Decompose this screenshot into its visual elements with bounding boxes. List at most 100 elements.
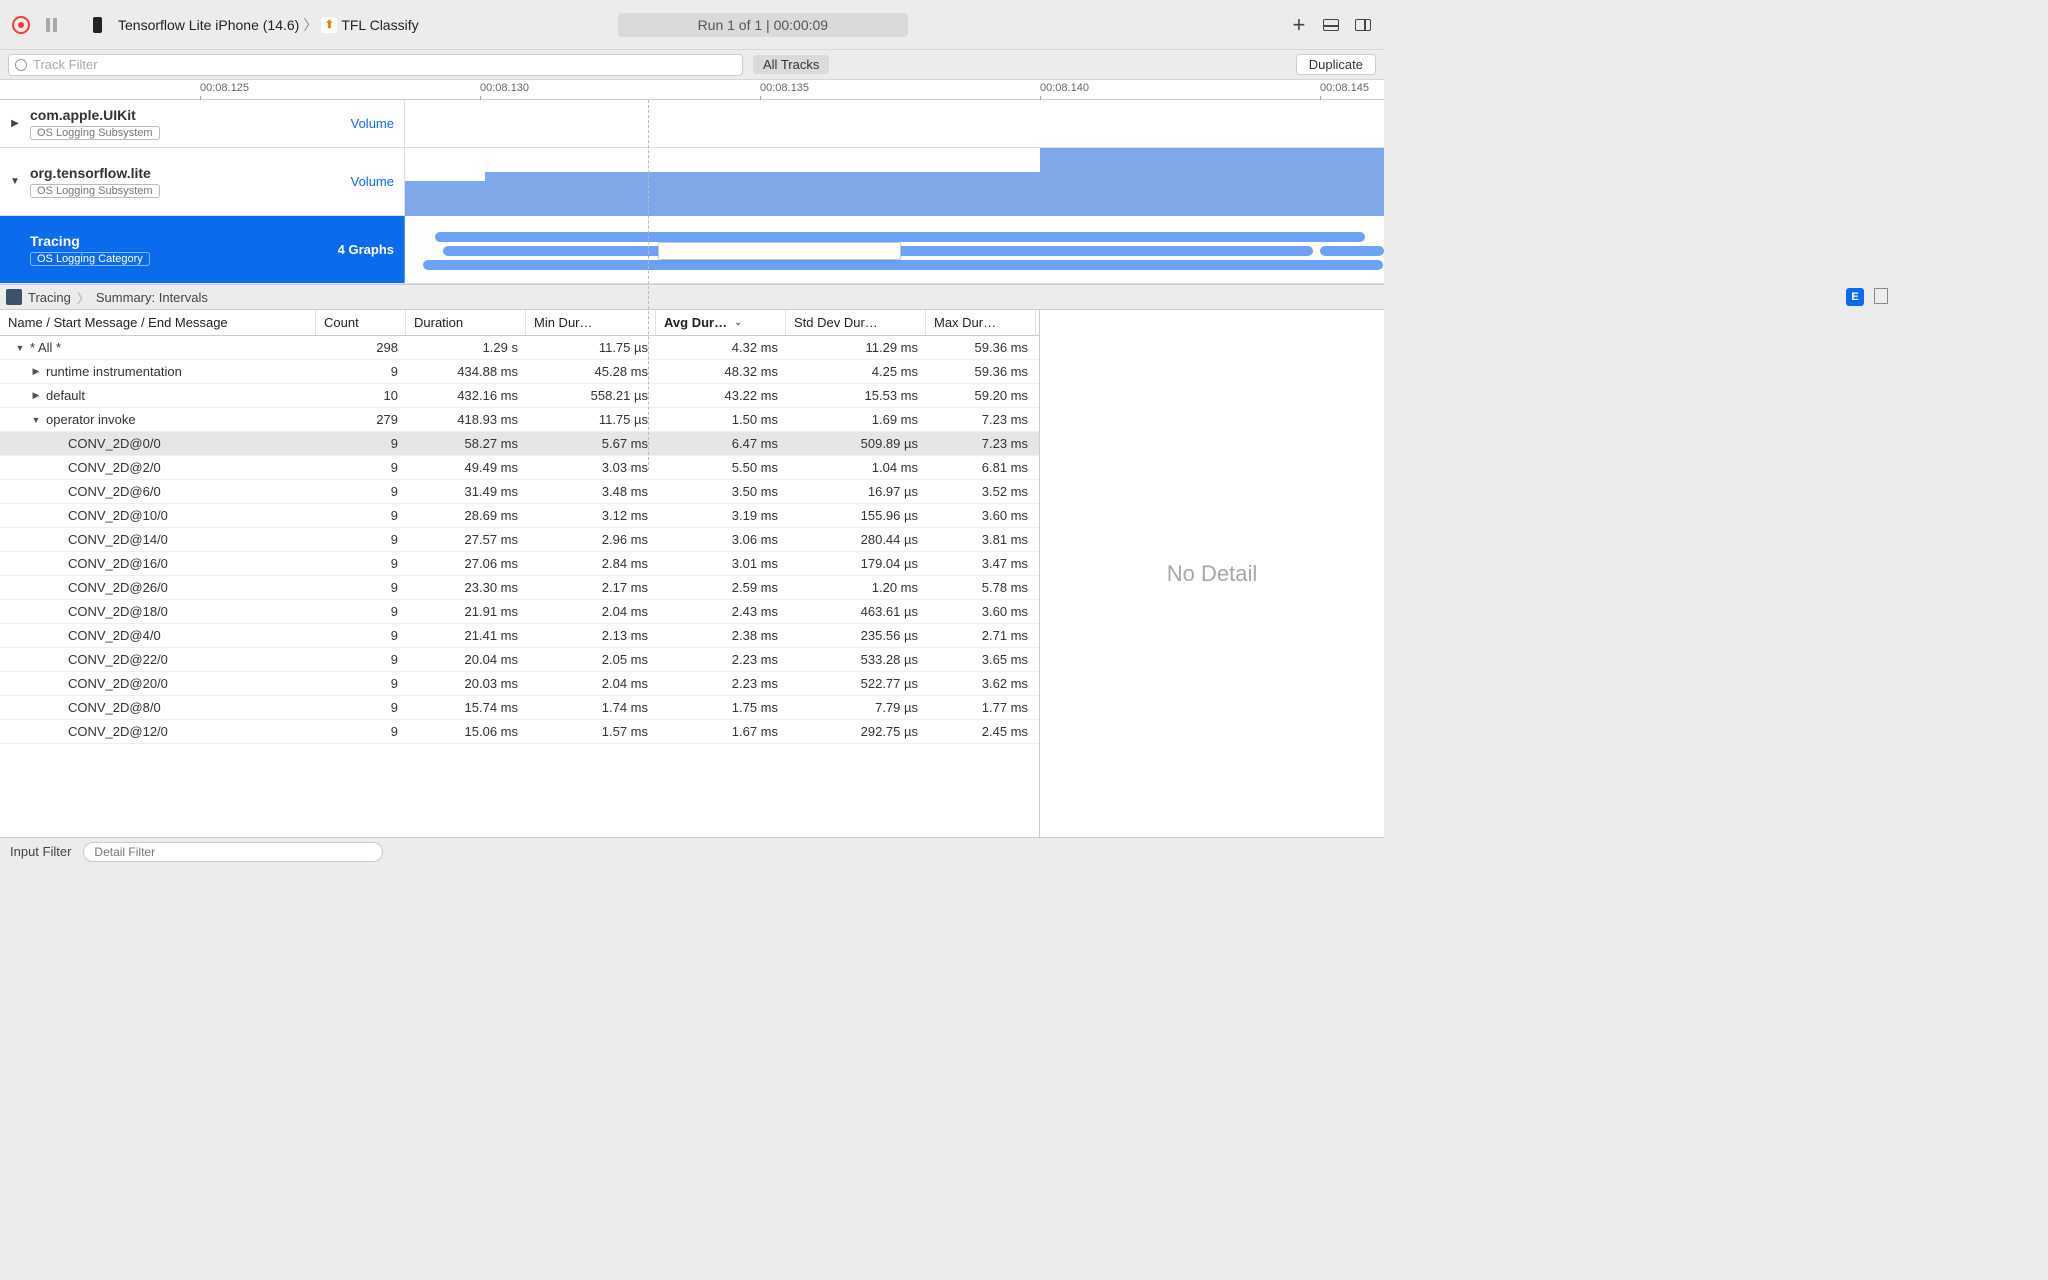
pause-button[interactable] xyxy=(46,18,57,32)
cell-name: ▶runtime instrumentation xyxy=(0,364,316,379)
input-filter-label[interactable]: Input Filter xyxy=(10,844,71,859)
cell-name: CONV_2D@4/0 xyxy=(0,628,316,643)
table-row[interactable]: CONV_2D@6/0931.49 ms3.48 ms3.50 ms16.97 … xyxy=(0,480,1039,504)
track-metric[interactable]: Volume xyxy=(351,116,394,131)
page-icon[interactable] xyxy=(1874,288,1888,304)
cell-max: 2.45 ms xyxy=(926,724,1036,739)
col-count[interactable]: Count xyxy=(316,310,406,335)
graph-interval[interactable] xyxy=(423,260,1383,270)
col-min[interactable]: Min Dur… xyxy=(526,310,656,335)
table-row[interactable]: ▼operator invoke279418.93 ms11.75 µs1.50… xyxy=(0,408,1039,432)
volume-bar xyxy=(1040,148,1384,216)
detail-pane: No Detail xyxy=(1040,310,1384,837)
cell-avg: 5.50 ms xyxy=(656,460,786,475)
table-row[interactable]: CONV_2D@20/0920.03 ms2.04 ms2.23 ms522.7… xyxy=(0,672,1039,696)
col-duration[interactable]: Duration xyxy=(406,310,526,335)
track-metric[interactable]: 4 Graphs xyxy=(338,242,394,257)
table-row[interactable]: ▼* All *2981.29 s11.75 µs4.32 ms11.29 ms… xyxy=(0,336,1039,360)
graph-interval[interactable] xyxy=(435,232,1365,242)
cell-max: 3.65 ms xyxy=(926,652,1036,667)
track-tracing[interactable]: Tracing OS Logging Category 4 Graphs ope… xyxy=(0,216,1384,284)
cell-count: 9 xyxy=(316,364,406,379)
run-status-pill[interactable]: Run 1 of 1 | 00:00:09 xyxy=(618,13,909,37)
cell-min: 11.75 µs xyxy=(526,340,656,355)
table-row[interactable]: CONV_2D@4/0921.41 ms2.13 ms2.38 ms235.56… xyxy=(0,624,1039,648)
disclosure-right-icon[interactable]: ▶ xyxy=(0,118,30,129)
cell-max: 3.60 ms xyxy=(926,604,1036,619)
table-row[interactable]: CONV_2D@10/0928.69 ms3.12 ms3.19 ms155.9… xyxy=(0,504,1039,528)
cell-min: 2.96 ms xyxy=(526,532,656,547)
cell-std: 16.97 µs xyxy=(786,484,926,499)
chevron-right-icon: 〉 xyxy=(303,15,317,35)
target-breadcrumb[interactable]: Tensorflow Lite iPhone (14.6) 〉 ⬆ TFL Cl… xyxy=(118,15,419,35)
table-row[interactable]: CONV_2D@0/0958.27 ms5.67 ms6.47 ms509.89… xyxy=(0,432,1039,456)
cell-min: 2.05 ms xyxy=(526,652,656,667)
layout-stack-button[interactable] xyxy=(1322,16,1340,34)
cell-max: 3.47 ms xyxy=(926,556,1036,571)
ruler-tick: 00:08.145 xyxy=(1320,82,1369,94)
cell-count: 9 xyxy=(316,508,406,523)
table-row[interactable]: CONV_2D@16/0927.06 ms2.84 ms3.01 ms179.0… xyxy=(0,552,1039,576)
table-row[interactable]: CONV_2D@18/0921.91 ms2.04 ms2.43 ms463.6… xyxy=(0,600,1039,624)
track-tag: OS Logging Subsystem xyxy=(30,184,160,198)
all-tracks-pill[interactable]: All Tracks xyxy=(753,55,829,74)
track-metric[interactable]: Volume xyxy=(351,174,394,189)
cell-duration: 58.27 ms xyxy=(406,436,526,451)
track-name: Tracing xyxy=(30,233,338,249)
col-avg[interactable]: Avg Dur… ⌄ xyxy=(656,310,786,335)
cell-std: 1.69 ms xyxy=(786,412,926,427)
cell-avg: 43.22 ms xyxy=(656,388,786,403)
col-name[interactable]: Name / Start Message / End Message xyxy=(0,310,316,335)
cell-duration: 15.06 ms xyxy=(406,724,526,739)
detail-filter-input[interactable] xyxy=(83,842,383,862)
track-filter-input[interactable]: Track Filter xyxy=(8,54,743,76)
cell-duration: 23.30 ms xyxy=(406,580,526,595)
disclosure-icon[interactable]: ▼ xyxy=(30,415,42,425)
table-row[interactable]: CONV_2D@14/0927.57 ms2.96 ms3.06 ms280.4… xyxy=(0,528,1039,552)
tracks-area[interactable]: ▶ com.apple.UIKit OS Logging Subsystem V… xyxy=(0,100,1384,284)
table-body[interactable]: ▼* All *2981.29 s11.75 µs4.32 ms11.29 ms… xyxy=(0,336,1039,837)
table-row[interactable]: CONV_2D@8/0915.74 ms1.74 ms1.75 ms7.79 µ… xyxy=(0,696,1039,720)
track-tflite[interactable]: ▼ org.tensorflow.lite OS Logging Subsyst… xyxy=(0,148,1384,216)
cell-std: 280.44 µs xyxy=(786,532,926,547)
col-std[interactable]: Std Dev Dur… xyxy=(786,310,926,335)
cell-avg: 2.43 ms xyxy=(656,604,786,619)
duplicate-button[interactable]: Duplicate xyxy=(1296,54,1376,75)
cell-avg: 2.38 ms xyxy=(656,628,786,643)
time-ruler[interactable]: 00:08.125 00:08.130 00:08.135 00:08.140 … xyxy=(0,80,1384,100)
instrument-icon xyxy=(6,289,22,305)
disclosure-down-icon[interactable]: ▼ xyxy=(0,176,30,187)
disclosure-icon[interactable]: ▼ xyxy=(14,343,26,353)
table-row[interactable]: CONV_2D@12/0915.06 ms1.57 ms1.67 ms292.7… xyxy=(0,720,1039,744)
add-button[interactable] xyxy=(1290,16,1308,34)
disclosure-icon[interactable]: ▶ xyxy=(30,390,42,401)
table-row[interactable]: ▶default10432.16 ms558.21 µs43.22 ms15.5… xyxy=(0,384,1039,408)
path-summary[interactable]: Summary: Intervals xyxy=(96,290,208,305)
cell-name: CONV_2D@20/0 xyxy=(0,676,316,691)
cell-min: 3.03 ms xyxy=(526,460,656,475)
layout-sidebar-button[interactable] xyxy=(1354,16,1372,34)
track-uikit[interactable]: ▶ com.apple.UIKit OS Logging Subsystem V… xyxy=(0,100,1384,148)
table-row[interactable]: CONV_2D@2/0949.49 ms3.03 ms5.50 ms1.04 m… xyxy=(0,456,1039,480)
path-tracing[interactable]: Tracing xyxy=(28,290,71,305)
cell-count: 9 xyxy=(316,556,406,571)
cell-duration: 418.93 ms xyxy=(406,412,526,427)
table-row[interactable]: CONV_2D@26/0923.30 ms2.17 ms2.59 ms1.20 … xyxy=(0,576,1039,600)
cell-max: 6.81 ms xyxy=(926,460,1036,475)
cell-std: 15.53 ms xyxy=(786,388,926,403)
cell-min: 3.12 ms xyxy=(526,508,656,523)
disclosure-icon[interactable]: ▶ xyxy=(30,366,42,377)
cell-max: 7.23 ms xyxy=(926,436,1036,451)
cell-std: 509.89 µs xyxy=(786,436,926,451)
col-max[interactable]: Max Dur… xyxy=(926,310,1036,335)
extended-detail-button[interactable]: E xyxy=(1846,288,1864,306)
table-row[interactable]: ▶runtime instrumentation9434.88 ms45.28 … xyxy=(0,360,1039,384)
table-row[interactable]: CONV_2D@22/0920.04 ms2.05 ms2.23 ms533.2… xyxy=(0,648,1039,672)
summary-table: Name / Start Message / End Message Count… xyxy=(0,310,1040,837)
cell-duration: 31.49 ms xyxy=(406,484,526,499)
cell-count: 9 xyxy=(316,580,406,595)
cell-count: 279 xyxy=(316,412,406,427)
record-button[interactable] xyxy=(12,16,30,34)
graph-interval[interactable] xyxy=(1320,246,1384,256)
interval-tooltip: operator invoke: CONV_2D@0/0 (6.76 ms) xyxy=(658,242,901,260)
